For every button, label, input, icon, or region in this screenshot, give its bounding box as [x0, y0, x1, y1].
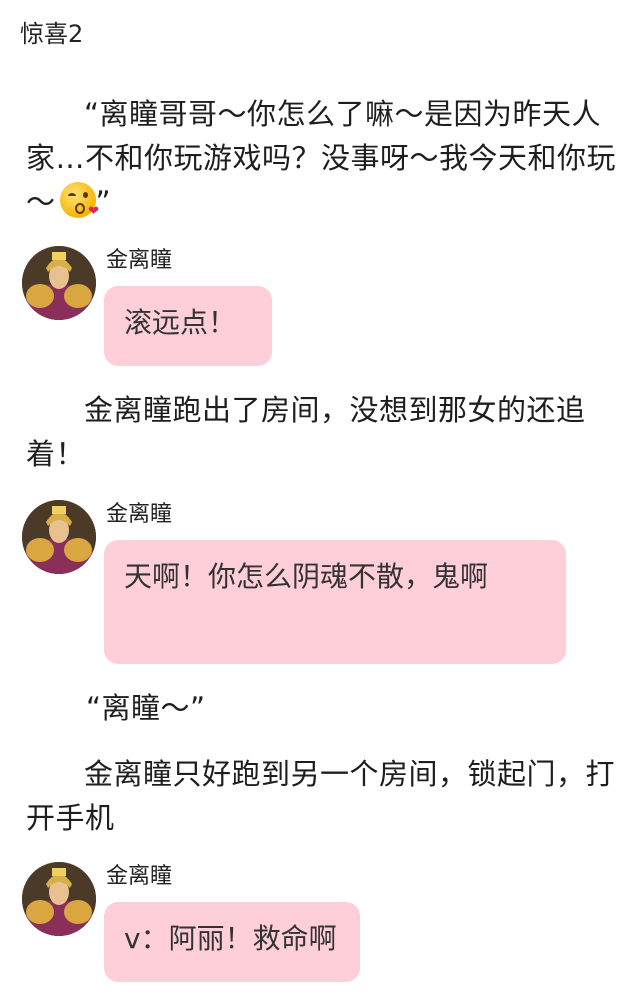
- page-title: 惊喜2: [20, 20, 84, 48]
- message-bubble: v：阿丽！救命啊: [104, 902, 360, 982]
- story-paragraph-2: 金离瞳跑出了房间，没想到那女的还追着！: [26, 393, 586, 471]
- story-paragraph-3: “离瞳～”: [86, 691, 206, 725]
- message-bubble: 滚远点！: [104, 286, 272, 366]
- story-paragraph-4: 金离瞳只好跑到另一个房间，锁起门，打开手机: [26, 757, 616, 835]
- paragraph-text: “离瞳哥哥～你怎么了嘛～是因为昨天人家…不和你玩游戏吗？没事呀～我今天和你玩～: [26, 97, 617, 219]
- message-bubble: 天啊！你怎么阴魂不散，鬼啊: [104, 540, 566, 664]
- kissing-face-heart-icon: ❤: [59, 182, 99, 218]
- story-paragraph-1: “离瞳哥哥～你怎么了嘛～是因为昨天人家…不和你玩游戏吗？没事呀～我今天和你玩～ ❤…: [26, 92, 616, 224]
- sender-name: 金离瞳: [106, 502, 173, 527]
- sender-name: 金离瞳: [106, 248, 173, 273]
- sender-name: 金离瞳: [106, 864, 173, 889]
- avatar[interactable]: [22, 246, 96, 320]
- avatar[interactable]: [22, 862, 96, 936]
- avatar[interactable]: [22, 500, 96, 574]
